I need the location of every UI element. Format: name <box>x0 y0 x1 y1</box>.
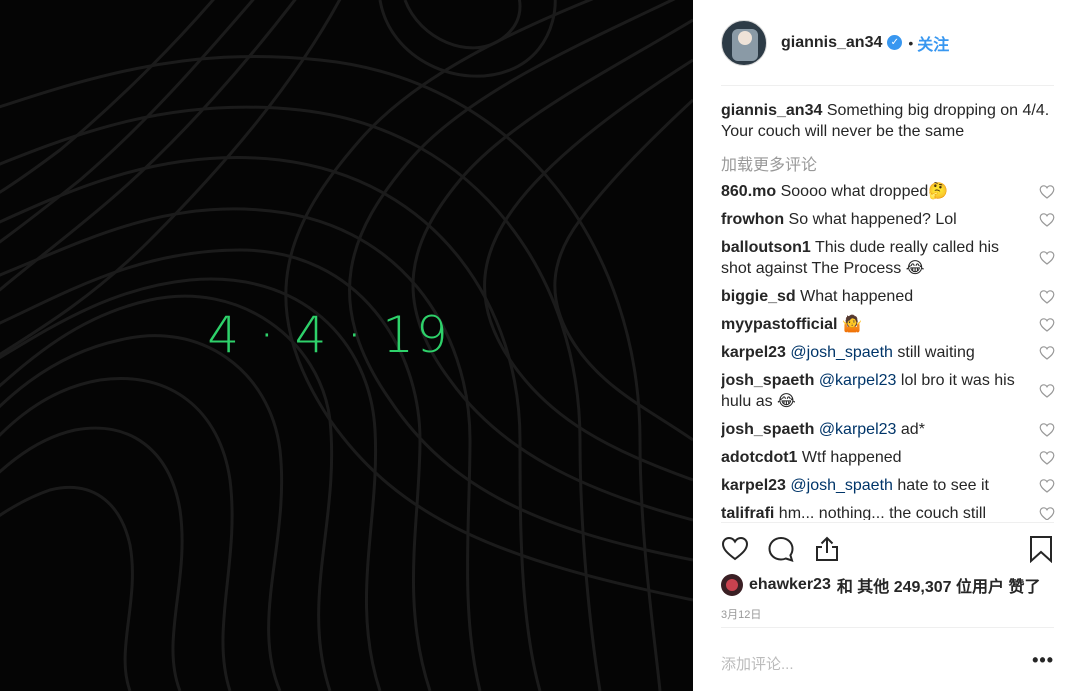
comment-icon[interactable] <box>767 535 795 568</box>
add-comment-bar: 添加评论... ••• <box>721 627 1054 691</box>
liker-avatar[interactable] <box>721 574 743 596</box>
comment-like-heart-icon[interactable] <box>1039 289 1055 311</box>
comment-text: hate to see it <box>897 477 989 494</box>
comment-mention[interactable]: @karpel23 <box>819 421 897 438</box>
comment-username[interactable]: adotcdot1 <box>721 449 797 466</box>
comment-like-heart-icon[interactable] <box>1039 317 1055 339</box>
post-sidebar: giannis_an34 ✓ • 关注 giannis_an34 Somethi… <box>693 0 1080 691</box>
comment-username[interactable]: myypastofficial <box>721 316 837 333</box>
comment-like-heart-icon[interactable] <box>1039 506 1055 520</box>
comment-input[interactable]: 添加评论... <box>721 653 794 674</box>
comment-text: still waiting <box>897 344 975 361</box>
comment-item: biggie_sd What happened <box>721 286 1055 307</box>
comment-like-heart-icon[interactable] <box>1039 383 1055 405</box>
comment-mention[interactable]: @josh_spaeth <box>790 477 893 494</box>
comment-item: 860.mo Soooo what dropped🤔 <box>721 181 1055 202</box>
heart-icon[interactable] <box>721 535 749 568</box>
comment-text: So what happened? Lol <box>788 211 957 228</box>
comment-username[interactable]: 860.mo <box>721 183 776 200</box>
action-bar <box>721 522 1054 578</box>
comment-like-heart-icon[interactable] <box>1039 422 1055 444</box>
load-more-comments-button[interactable]: 加载更多评论 <box>721 151 1055 174</box>
more-options-button[interactable]: ••• <box>1032 650 1054 671</box>
comment-item: frowhon So what happened? Lol <box>721 209 1055 230</box>
comment-item: balloutson1 This dude really called his … <box>721 237 1055 279</box>
likes-summary: ehawker23 和 其他 249,307 位用户 赞了 <box>721 573 1040 597</box>
comments-list[interactable]: giannis_an34 Something big dropping on 4… <box>721 100 1055 520</box>
release-date-text: 4 · 4 · 19 <box>207 306 450 364</box>
follow-button[interactable]: 关注 <box>917 31 949 55</box>
comment-item: adotcdot1 Wtf happened <box>721 447 1055 468</box>
comment-text: 🤷 <box>841 316 862 333</box>
comment-like-heart-icon[interactable] <box>1039 250 1055 272</box>
comment-text: Soooo what dropped🤔 <box>780 183 949 200</box>
post-timestamp[interactable]: 3月12日 <box>721 606 761 622</box>
comment-username[interactable]: josh_spaeth <box>721 421 814 438</box>
comment-mention[interactable]: @josh_spaeth <box>790 344 893 361</box>
verified-badge-icon: ✓ <box>887 35 903 50</box>
comment-text: What happened <box>800 288 914 305</box>
comment-username[interactable]: karpel23 <box>721 477 786 494</box>
comment-like-heart-icon[interactable] <box>1039 450 1055 472</box>
comment-item: myypastofficial 🤷 <box>721 314 1055 335</box>
comment-item: talifrafi hm... nothing... the couch sti… <box>721 503 1055 520</box>
header-username[interactable]: giannis_an34 <box>781 34 882 52</box>
comment-item: karpel23 @josh_spaeth still waiting <box>721 342 1055 363</box>
post-image[interactable]: 4 · 4 · 19 <box>0 0 693 691</box>
comment-like-heart-icon[interactable] <box>1039 478 1055 500</box>
comment-like-heart-icon[interactable] <box>1039 212 1055 234</box>
separator-dot: • <box>908 34 914 51</box>
instagram-post: 4 · 4 · 19 giannis_an34 ✓ • 关注 giannis_a… <box>0 0 1080 691</box>
liker-username[interactable]: ehawker23 <box>749 576 831 594</box>
comment-mention[interactable]: @karpel23 <box>819 372 897 389</box>
avatar[interactable] <box>721 19 767 66</box>
comment-item: josh_spaeth @karpel23 lol bro it was his… <box>721 370 1055 412</box>
post-caption: giannis_an34 Something big dropping on 4… <box>721 100 1055 142</box>
comment-like-heart-icon[interactable] <box>1039 345 1055 367</box>
comment-like-heart-icon[interactable] <box>1039 184 1055 206</box>
comment-username[interactable]: frowhon <box>721 211 784 228</box>
bookmark-icon[interactable] <box>1028 535 1054 568</box>
caption-username[interactable]: giannis_an34 <box>721 102 822 119</box>
comment-text: Wtf happened <box>801 449 902 466</box>
comment-item: karpel23 @josh_spaeth hate to see it <box>721 475 1055 496</box>
comment-username[interactable]: biggie_sd <box>721 288 796 305</box>
comment-text: ad* <box>900 421 925 438</box>
share-icon[interactable] <box>813 535 841 568</box>
comment-username[interactable]: josh_spaeth <box>721 372 814 389</box>
comment-username[interactable]: talifrafi <box>721 505 774 520</box>
comment-text: hm... nothing... the couch still <box>778 505 987 520</box>
likes-text[interactable]: 和 其他 249,307 位用户 赞了 <box>837 573 1041 597</box>
comment-username[interactable]: karpel23 <box>721 344 786 361</box>
comment-username[interactable]: balloutson1 <box>721 239 811 256</box>
post-header: giannis_an34 ✓ • 关注 <box>721 16 1054 86</box>
comment-item: josh_spaeth @karpel23 ad* <box>721 419 1055 440</box>
